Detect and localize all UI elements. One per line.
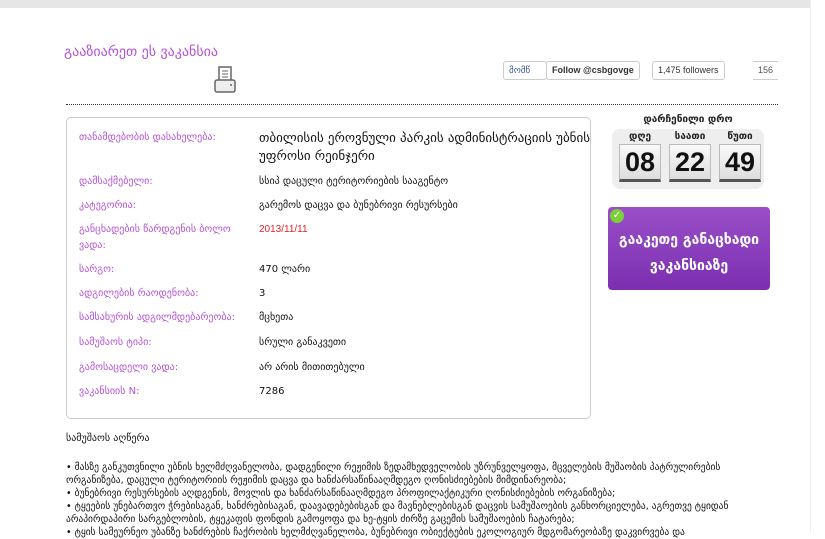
- detail-label: სარგო:: [79, 264, 115, 275]
- detail-label: გამოსაცდელი ვადა:: [79, 362, 179, 373]
- timer-title: დარჩენილი დრო: [643, 114, 733, 125]
- detail-value: სრული განაკვეთი: [259, 337, 347, 348]
- detail-label: თანამდებობის დასახელება:: [79, 132, 216, 143]
- detail-label: დამსაქმებელი:: [79, 176, 153, 187]
- detail-value: თბილისის ეროვნული პარკის ადმინისტრაციის …: [259, 131, 590, 164]
- unit-value: 08: [619, 144, 661, 182]
- share-count: 156: [753, 61, 779, 80]
- detail-label: ადგილების რაოდენობა:: [79, 288, 199, 299]
- detail-value: 470 ლარი: [259, 264, 311, 275]
- unit-label: წუთი: [727, 131, 753, 142]
- description-item: • მასზე განკუთვნილი უბნის ხელმძღვანელობა…: [66, 462, 721, 486]
- timer-minutes: წუთი 49: [716, 131, 764, 182]
- apply-label: გააკეთე განაცხადი ვაკანსიაზე: [618, 232, 760, 274]
- share-title: გააზიარეთ ეს ვაკანსია: [64, 44, 219, 60]
- detail-label: კატეგორია:: [79, 200, 137, 211]
- apply-button[interactable]: ✓ გააკეთე განაცხადი ვაკანსიაზე: [608, 207, 770, 290]
- detail-value: მცხეთა: [259, 312, 294, 323]
- timer-hours: საათი 22: [666, 131, 714, 182]
- countdown-timer: დარჩენილი დრო დღე 08 საათი 22 წუთი 49: [608, 114, 768, 189]
- detail-value: არ არის მითითებული: [259, 362, 365, 373]
- followers-count: 1,475 followers: [652, 61, 725, 80]
- detail-label: სამსახურის ადგილმდებარეობა:: [79, 312, 235, 323]
- description-item: • ბუნებრივი რესურსების აღდგენის, მოვლის …: [66, 488, 616, 499]
- print-icon[interactable]: [214, 66, 236, 94]
- check-icon: ✓: [610, 209, 624, 223]
- unit-value: 22: [669, 144, 711, 182]
- description-item: • ტყეების უნებართვო ჭრებისაგან, ხანძრები…: [66, 501, 729, 525]
- deadline-value: 2013/11/11: [259, 224, 308, 235]
- unit-value: 49: [719, 144, 761, 182]
- detail-value: გარემოს დაცვა და ბუნებრივი რესურსები: [259, 200, 458, 211]
- detail-value: 7286: [259, 386, 285, 397]
- vacancy-details: თანამდებობის დასახელება: თბილისის ეროვნულ…: [66, 117, 591, 419]
- top-bar: [0, 0, 810, 8]
- description-title: სამუშაოს აღწერა: [66, 433, 150, 444]
- unit-label: საათი: [674, 131, 706, 142]
- timer-days: დღე 08: [616, 131, 664, 182]
- detail-value: 3: [259, 288, 266, 299]
- unit-label: დღე: [628, 131, 652, 142]
- facebook-like-button[interactable]: მომწ: [503, 61, 547, 80]
- detail-label: სამუშაოს ტიპი:: [79, 337, 152, 348]
- twitter-follow-button[interactable]: Follow @csbgovge: [546, 61, 640, 80]
- divider: [66, 104, 778, 105]
- detail-value: სსიპ დაცული ტერიტორიების სააგენტო: [259, 176, 449, 187]
- description: • მასზე განკუთვნილი უბნის ხელმძღვანელობა…: [66, 461, 766, 539]
- detail-label: ვაკანსიის N:: [79, 386, 140, 397]
- timer-box: დღე 08 საათი 22 წუთი 49: [612, 129, 764, 189]
- detail-label: განცხადების წარდგენის ბოლო ვადა:: [79, 224, 231, 251]
- scrollbar[interactable]: [810, 0, 825, 533]
